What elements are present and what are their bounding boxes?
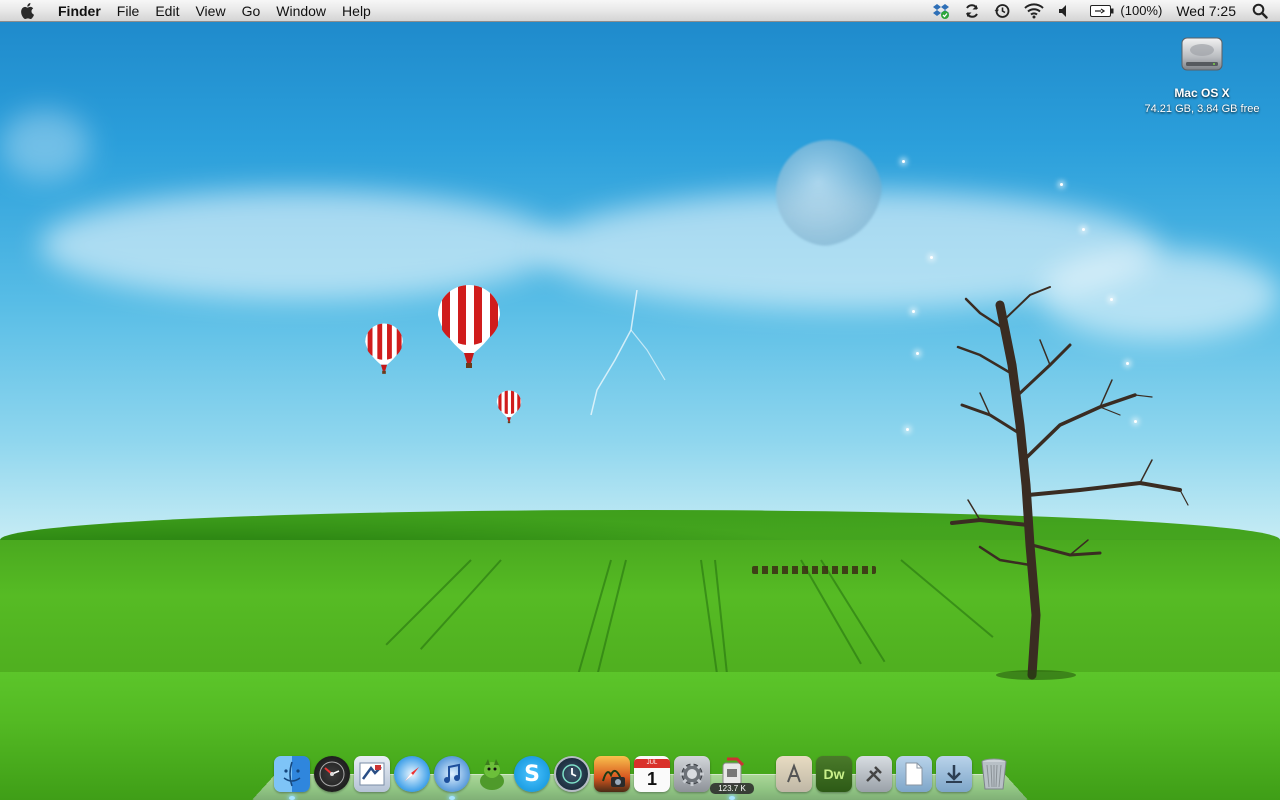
lightning [590, 290, 666, 416]
dock-dreamweaver-stack-icon[interactable]: Dw [816, 756, 852, 792]
hot-air-balloon [496, 390, 522, 424]
dock-trash-icon[interactable] [976, 756, 1012, 792]
status-area: (100%) Wed 7:25 [918, 0, 1280, 22]
menu-edit[interactable]: Edit [147, 0, 187, 22]
menu-bar: Finder File Edit View Go Window Help (10… [0, 0, 1280, 22]
skype-s-glyph: S [524, 761, 540, 787]
apple-menu-icon[interactable] [19, 2, 37, 20]
spotlight-icon[interactable] [1252, 0, 1268, 22]
menu-help[interactable]: Help [334, 0, 379, 22]
menu-window[interactable]: Window [268, 0, 334, 22]
dock-utilities-stack-icon[interactable] [856, 756, 892, 792]
hot-air-balloon [365, 323, 403, 374]
dropbox-icon[interactable] [932, 0, 950, 22]
dock-system-preferences-icon[interactable] [674, 756, 710, 792]
hard-drive-icon[interactable] [1180, 32, 1224, 76]
time-machine-icon[interactable] [994, 0, 1010, 22]
desktop-drive-icon[interactable]: Mac OS X 74.21 GB, 3.84 GB free [1140, 30, 1264, 115]
network-speed-badge: 123.7 K [710, 783, 754, 794]
dock-skype-icon[interactable]: S [514, 756, 550, 792]
sparkle [906, 428, 909, 431]
cloud [40, 190, 560, 300]
menu-app-name[interactable]: Finder [50, 0, 109, 22]
dock-finder-icon[interactable] [274, 756, 310, 800]
menu-file[interactable]: File [109, 0, 148, 22]
dreamweaver-glyph: Dw [823, 766, 845, 782]
dock-documents-stack-icon[interactable] [896, 756, 932, 792]
moon [776, 140, 882, 246]
dock-applications-stack-icon[interactable] [776, 756, 812, 792]
running-indicator [729, 796, 735, 800]
dock-ical-icon[interactable]: JUL 1 [634, 756, 670, 792]
battery-percentage[interactable]: (100%) [1120, 3, 1162, 18]
dock-safari-icon[interactable] [394, 756, 430, 792]
sync-icon[interactable] [964, 0, 980, 22]
drive-name: Mac OS X [1174, 86, 1230, 100]
sparkle [916, 352, 919, 355]
calendar-day: 1 [646, 769, 657, 789]
sparkle [1060, 183, 1063, 186]
dock-adium-icon[interactable] [474, 756, 510, 792]
running-indicator [289, 796, 295, 800]
dock: S JUL 1 123.7 K Dw [274, 748, 1016, 800]
menu-go[interactable]: Go [234, 0, 269, 22]
dock-iphoto-icon[interactable] [594, 756, 630, 792]
dock-mail-icon[interactable] [354, 756, 390, 792]
hot-air-balloon [438, 285, 500, 368]
sparkle [1082, 228, 1085, 231]
distant-cattle [752, 566, 876, 574]
dock-network-monitor-icon[interactable]: 123.7 K [710, 756, 754, 800]
dock-itunes-icon[interactable] [434, 756, 470, 800]
drive-info: 74.21 GB, 3.84 GB free [1144, 103, 1260, 115]
menubar-clock[interactable]: Wed 7:25 [1176, 3, 1236, 19]
dock-dashboard-icon[interactable] [314, 756, 350, 792]
cloud [0, 110, 90, 180]
desktop-wallpaper [0, 0, 1280, 800]
volume-icon[interactable] [1058, 0, 1070, 22]
sparkle [930, 256, 933, 259]
dock-downloads-stack-icon[interactable] [936, 756, 972, 792]
dock-time-machine-icon[interactable] [554, 756, 590, 792]
wifi-icon[interactable] [1024, 0, 1045, 22]
bare-tree [950, 286, 1189, 680]
menu-view[interactable]: View [187, 0, 233, 22]
calendar-month: JUL [634, 759, 670, 768]
sparkle [902, 160, 905, 163]
running-indicator [449, 796, 455, 800]
sparkle [912, 310, 915, 313]
battery-icon[interactable] [1090, 0, 1114, 22]
